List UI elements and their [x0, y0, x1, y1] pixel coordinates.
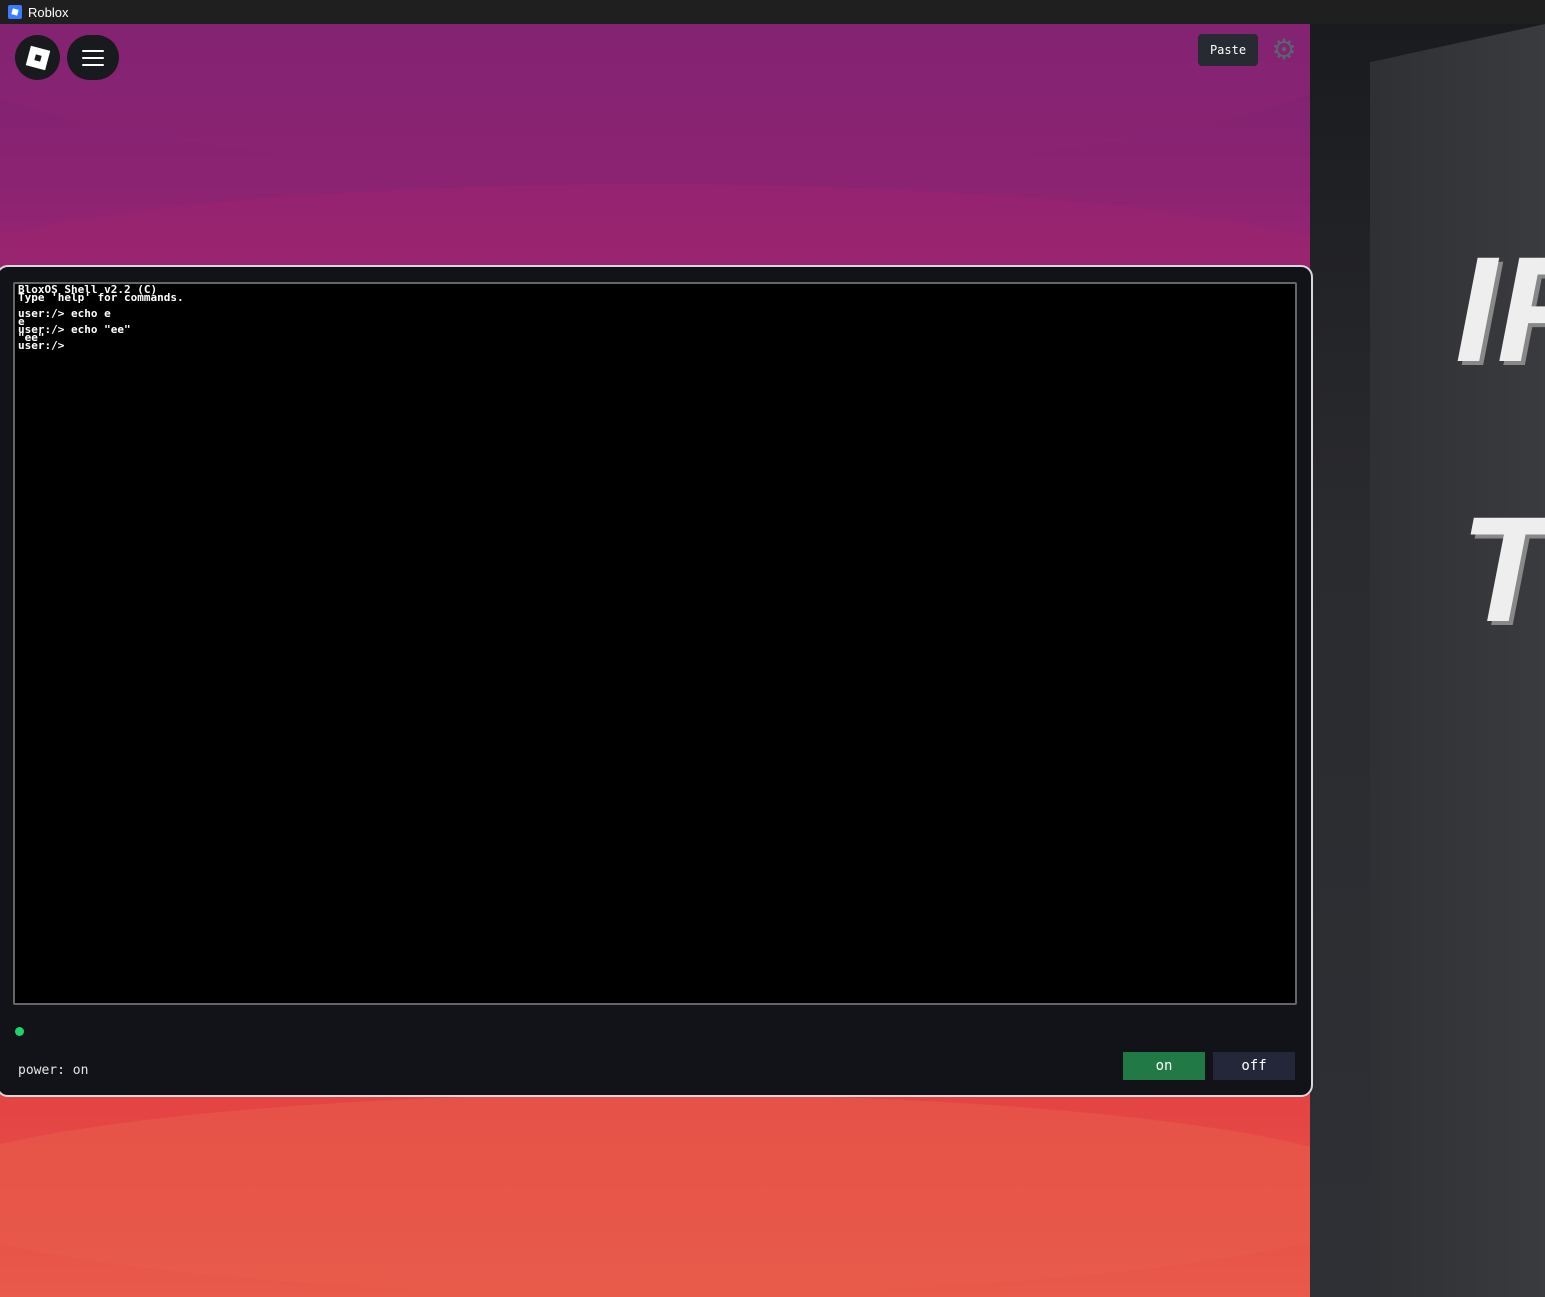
- paste-button[interactable]: Paste: [1198, 34, 1258, 66]
- power-status-label: power: on: [18, 1063, 89, 1078]
- terminal-line: user:/> echo e: [18, 307, 111, 320]
- scene-wall: [1370, 24, 1545, 1297]
- background-wave: [0, 1094, 1310, 1294]
- game-3d-scene: IF TH: [1310, 24, 1545, 1297]
- roblox-logo-icon: [25, 45, 50, 70]
- roblox-app-icon: [8, 5, 22, 19]
- terminal-line: Type 'help' for commands.: [18, 291, 184, 304]
- terminal-line: "ee": [18, 331, 45, 344]
- power-indicator-dot: [15, 1027, 24, 1036]
- computer-panel: BloxOS Shell v2.2 (C) Type 'help' for com…: [0, 265, 1313, 1097]
- hamburger-icon: [82, 49, 104, 66]
- terminal-line: user:/> echo "ee": [18, 323, 131, 336]
- scene-sign-text: IF: [1455, 225, 1545, 393]
- roblox-menu-button[interactable]: [15, 35, 60, 80]
- terminal-line: e: [18, 315, 25, 328]
- terminal-line: BloxOS Shell v2.2 (C): [18, 283, 158, 296]
- gear-icon[interactable]: ⚙: [1270, 36, 1298, 64]
- power-off-button[interactable]: off: [1213, 1052, 1295, 1080]
- terminal-output[interactable]: BloxOS Shell v2.2 (C) Type 'help' for com…: [13, 282, 1297, 1005]
- scene-sign-text: TH: [1460, 485, 1545, 653]
- background-wave: [0, 24, 1310, 174]
- terminal-line: user:/>: [18, 339, 65, 352]
- window-title: Roblox: [28, 4, 69, 20]
- power-on-button[interactable]: on: [1123, 1052, 1205, 1080]
- hamburger-menu-button[interactable]: [67, 35, 119, 80]
- window-titlebar: Roblox: [0, 0, 1545, 24]
